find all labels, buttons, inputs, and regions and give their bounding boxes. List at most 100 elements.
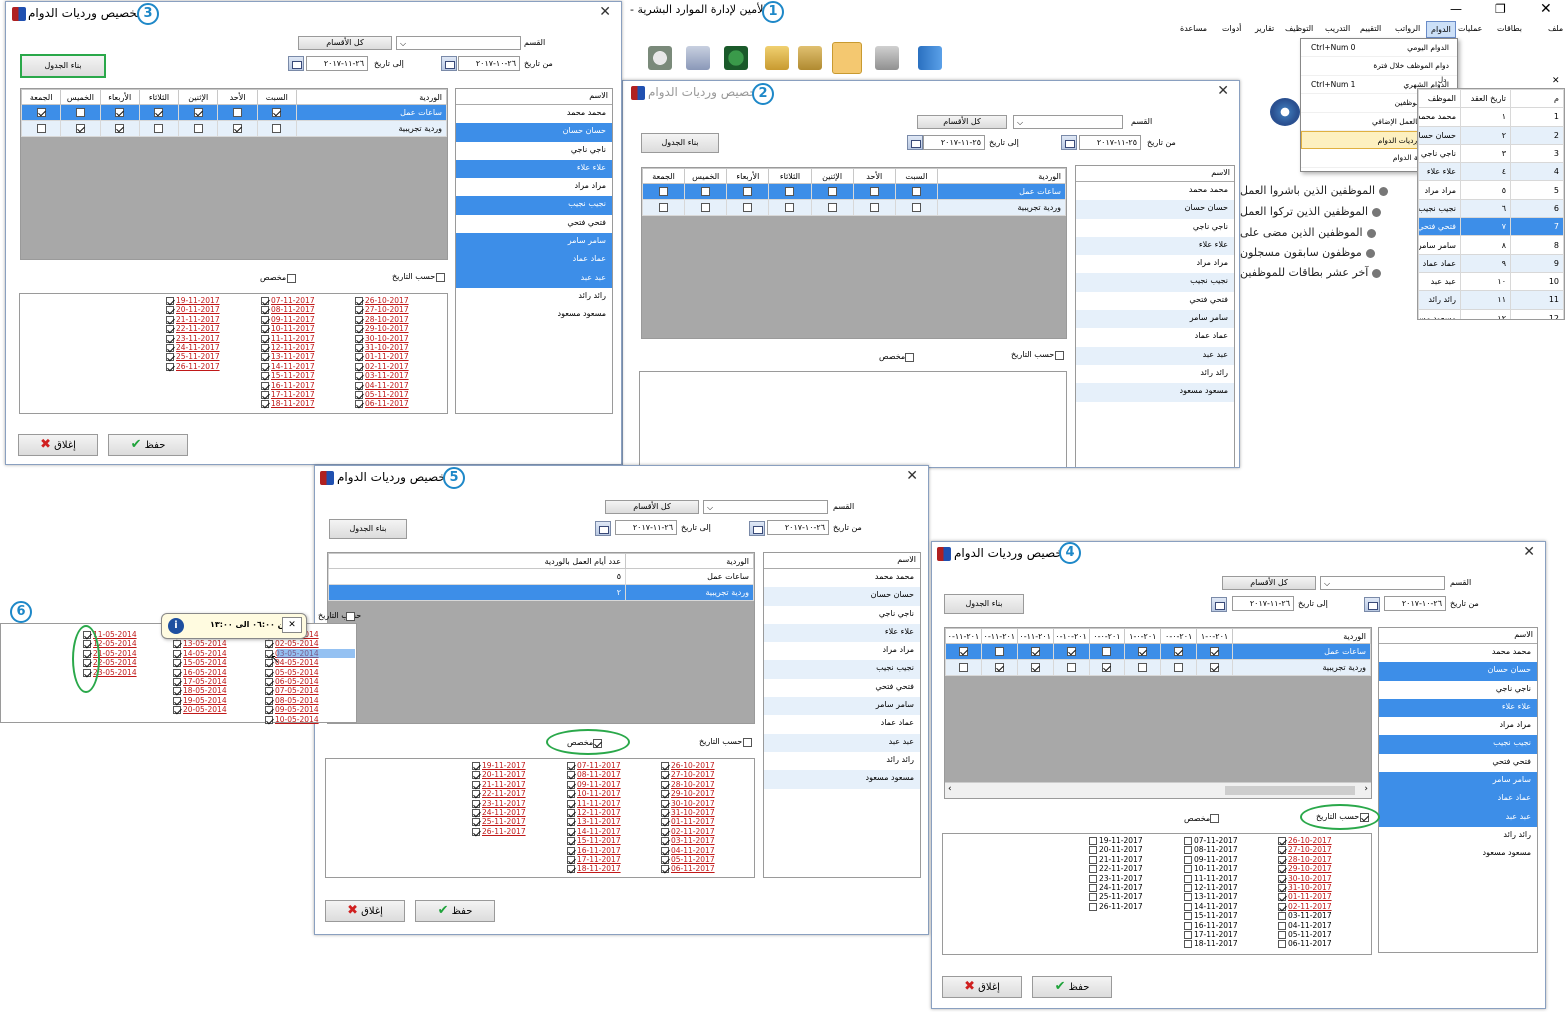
date-checkbox[interactable] <box>1089 893 1097 902</box>
date-checkbox[interactable] <box>1089 883 1097 892</box>
calendar-icon[interactable] <box>1211 597 1227 612</box>
date-checkbox[interactable] <box>1278 846 1286 855</box>
date-checkbox[interactable] <box>1089 865 1097 874</box>
date-checkbox[interactable] <box>567 780 575 789</box>
date-checkbox-item[interactable]: 30-10-2017 <box>661 799 715 808</box>
list-item[interactable]: نجيب نجيب <box>456 196 612 215</box>
list-item[interactable]: رائد رائد <box>764 752 920 770</box>
date-checkbox-item[interactable]: 12-11-2017 <box>567 808 621 817</box>
date-checkbox-item[interactable]: 10-11-2017 <box>1184 864 1238 874</box>
date-checkbox-item[interactable]: 24-11-2017 <box>472 808 526 817</box>
date-checkbox-item[interactable]: 02-11-2017 <box>661 827 715 836</box>
list-item[interactable]: حسان حسان <box>764 587 920 606</box>
list-item[interactable]: ناجي ناجي <box>764 606 920 624</box>
date-checkbox[interactable] <box>166 306 174 315</box>
date-checkbox[interactable] <box>661 780 669 789</box>
date-checkbox-item[interactable]: 24-11-2017 <box>166 343 220 352</box>
date-checkbox[interactable] <box>173 696 181 705</box>
list-item[interactable]: فتحي فتحي <box>764 679 920 697</box>
table-row[interactable]: ٢ وردية تجريبية <box>328 584 754 601</box>
date-checkbox[interactable] <box>355 297 363 305</box>
date-checkbox[interactable] <box>261 306 269 315</box>
date-checkbox[interactable] <box>1278 940 1286 949</box>
date-checkbox[interactable] <box>355 315 363 324</box>
date-checkbox[interactable] <box>261 353 269 362</box>
close-button[interactable]: ✖ إغلاق <box>18 434 98 456</box>
date-checkbox-item[interactable]: 07-11-2017 <box>567 761 621 770</box>
calendar-icon[interactable] <box>1364 597 1380 612</box>
col-employee[interactable]: الموظف <box>1418 89 1461 109</box>
calendar-icon[interactable] <box>749 521 765 536</box>
date-checkbox[interactable] <box>1184 893 1192 902</box>
list-item[interactable]: محمد محمد <box>1379 644 1537 662</box>
folder-icon[interactable] <box>765 46 789 70</box>
date-checkbox-item[interactable]: 22-11-2017 <box>166 324 220 334</box>
date-checkbox-item[interactable]: 23-11-2017 <box>166 334 220 343</box>
date-checkbox[interactable] <box>265 715 273 724</box>
date-checkbox-item[interactable]: 29-10-2017 <box>661 789 715 799</box>
close-icon[interactable]: ✕ <box>1540 1 1552 17</box>
date-checkbox[interactable] <box>166 362 174 371</box>
calendar-clock-icon[interactable] <box>686 46 710 70</box>
minimize-icon[interactable]: — <box>1450 2 1462 16</box>
date-checkbox[interactable] <box>261 334 269 343</box>
date-checkbox-item[interactable]: 10-05-2014 <box>265 715 319 724</box>
date-checkbox-item[interactable]: 28-10-2017 <box>1278 855 1332 864</box>
custom-checkbox[interactable] <box>905 353 914 362</box>
date-checkbox[interactable] <box>261 297 269 305</box>
date-checkbox[interactable] <box>1278 883 1286 892</box>
date-checkbox-item[interactable]: 13-11-2017 <box>1184 892 1238 902</box>
date-checkbox-item[interactable]: 13-11-2017 <box>567 817 621 827</box>
date-checkbox-item[interactable]: 18-11-2017 <box>261 399 315 409</box>
by-date-checkbox[interactable] <box>436 273 445 282</box>
list-item[interactable]: مسعود مسعود <box>1379 845 1537 863</box>
date-checkbox-item[interactable]: 17-05-2014 <box>173 677 227 686</box>
menu-help[interactable]: مساعدة <box>1180 24 1207 33</box>
menu-evaluation[interactable]: التقييم <box>1360 24 1381 33</box>
date-checkbox-item[interactable]: 19-11-2017 <box>1089 836 1143 845</box>
date-checkbox-item[interactable]: 08-11-2017 <box>567 770 621 780</box>
table-row[interactable]: فتحي فتحي ٧ 7 <box>1418 217 1564 237</box>
build-table-button[interactable]: بناء الجدول <box>20 54 106 78</box>
date-checkbox-item[interactable]: 09-05-2014 <box>265 705 319 715</box>
date-checkbox[interactable] <box>261 372 269 381</box>
date-checkbox[interactable] <box>1278 921 1286 930</box>
exit-door-icon[interactable] <box>918 46 942 70</box>
list-item[interactable]: عماد عماد <box>456 251 612 270</box>
date-checkbox[interactable] <box>661 771 669 780</box>
date-checkbox[interactable] <box>1184 921 1192 930</box>
from-date-input[interactable]: ٢٥-١١-٢٠١٧ <box>1079 135 1141 150</box>
date-checkbox-item[interactable]: 10-11-2017 <box>567 789 621 799</box>
table-row[interactable]: نجيب نجيب ٦ 6 <box>1418 198 1564 219</box>
date-checkbox[interactable] <box>173 659 181 668</box>
date-checkbox-item[interactable]: 08-11-2017 <box>261 305 315 315</box>
date-checkbox-item[interactable]: 07-11-2017 <box>1184 836 1238 845</box>
list-item[interactable]: علاء علاء <box>456 159 612 179</box>
list-item[interactable]: سامر سامر <box>764 697 920 716</box>
date-checkbox-item[interactable]: 07-11-2017 <box>261 296 315 305</box>
date-checkbox[interactable] <box>355 381 363 390</box>
date-checkbox-item[interactable]: 29-10-2017 <box>1278 864 1332 874</box>
list-item[interactable]: عبد عبد <box>1076 346 1234 365</box>
list-item[interactable]: حسان حسان <box>1076 200 1234 219</box>
date-checkbox-item[interactable]: 03-11-2017 <box>1278 911 1332 921</box>
date-checkbox[interactable] <box>661 790 669 799</box>
date-checkbox-item[interactable]: 09-11-2017 <box>1184 855 1238 864</box>
date-checkbox[interactable] <box>261 390 269 399</box>
date-checkbox[interactable] <box>355 362 363 371</box>
date-checkbox-item[interactable]: 02-11-2017 <box>1278 902 1332 911</box>
list-item[interactable]: مراد مراد <box>1076 255 1234 273</box>
list-item[interactable]: نجيب نجيب <box>1379 735 1537 754</box>
date-checkbox[interactable] <box>661 808 669 817</box>
to-date-input[interactable]: ٢٦-١١-٢٠١٧ <box>306 56 368 71</box>
date-checkbox-item[interactable]: 19-11-2017 <box>166 296 220 305</box>
list-item[interactable]: سامر سامر <box>456 233 612 252</box>
calendar-icon[interactable] <box>288 56 304 71</box>
date-checkbox-item[interactable]: 12-11-2017 <box>261 343 315 352</box>
date-checkbox[interactable] <box>265 706 273 715</box>
date-checkbox[interactable] <box>173 677 181 686</box>
date-checkbox-item[interactable]: 20-11-2017 <box>166 305 220 315</box>
date-checkbox[interactable] <box>661 762 669 770</box>
date-checkbox-item[interactable]: 05-05-2014 <box>265 668 319 677</box>
date-checkbox[interactable] <box>166 353 174 362</box>
